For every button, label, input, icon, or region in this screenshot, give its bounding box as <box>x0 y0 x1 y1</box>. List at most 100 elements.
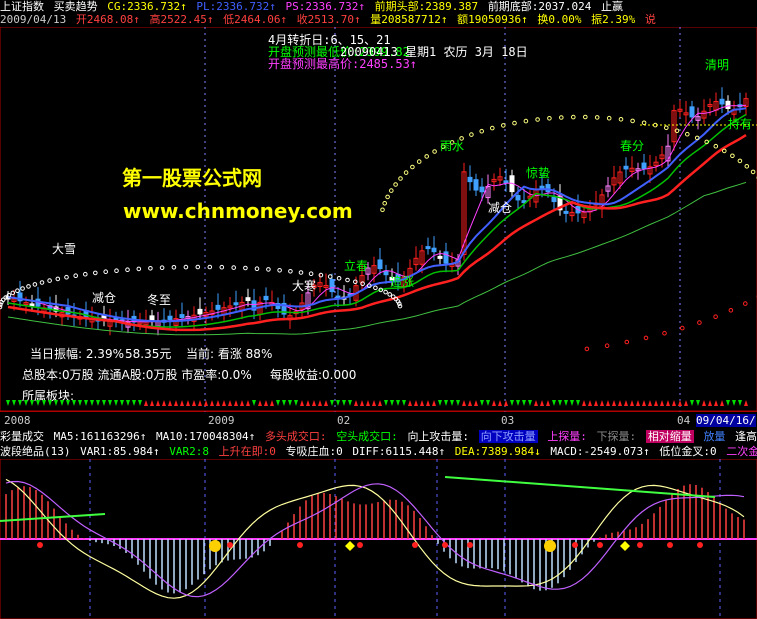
date-axis: 2008 2009 02 03 04 09/04/16/ <box>0 400 757 430</box>
vol-indicator-name[interactable]: 彩量成交 <box>0 430 44 443</box>
up-arrow-icon <box>300 400 304 406</box>
down-arrow-icon <box>60 400 64 406</box>
down-arrow-icon <box>36 400 40 406</box>
down-arrow-icon <box>558 400 562 406</box>
term-lichun: 立春 <box>344 259 369 273</box>
candle-body <box>623 165 629 170</box>
oscillator-chart[interactable] <box>0 459 757 619</box>
up-arrow-icon <box>708 400 712 406</box>
down-arrow-icon <box>330 400 334 406</box>
index-name: 上证指数 <box>0 0 44 13</box>
stat-current: 当前: 看涨 88% <box>186 347 273 361</box>
up-arrow-icon <box>534 400 538 406</box>
indicator-name[interactable]: 买卖趋势 <box>54 0 98 13</box>
stat-amplitude: 当日振幅: 2.39% <box>30 347 124 361</box>
term-zhuizhang: 追涨 <box>390 275 415 289</box>
candle-body <box>515 195 521 201</box>
up-arrow-icon <box>408 400 412 406</box>
candle-body <box>437 255 443 259</box>
axis-label-03: 03 <box>501 414 515 427</box>
down-arrow-icon <box>402 400 406 406</box>
up-arrow-icon <box>468 400 472 406</box>
up-arrow-icon <box>360 400 364 406</box>
vol-attack-down: 向下攻击量 <box>478 430 538 443</box>
term-jingzhe: 惊蛰 <box>526 166 551 180</box>
oscillator-pane[interactable] <box>0 459 757 619</box>
vol-probe-down: 下探量: <box>596 430 637 443</box>
signal-dot <box>442 542 448 548</box>
signal-dot <box>697 542 703 548</box>
up-arrow-icon <box>654 400 658 406</box>
cg-value: CG:2336.732↑ <box>107 0 187 13</box>
down-arrow-icon <box>288 400 292 406</box>
band-name[interactable]: 波段绝品(13) <box>0 445 71 458</box>
prev-top: 前期头部:2389.387 <box>374 0 479 13</box>
down-arrow-icon <box>390 400 394 406</box>
down-arrow-icon <box>6 400 10 406</box>
up-arrow-icon <box>312 400 316 406</box>
down-arrow-icon <box>102 400 106 406</box>
up-arrow-icon <box>684 400 688 406</box>
pl-value: PL:2336.732↑ <box>196 0 276 13</box>
up-arrow-icon <box>672 400 676 406</box>
candle-body <box>245 297 251 302</box>
ps-value: PS:2336.732↑ <box>285 0 365 13</box>
vol-attack-up: 向上攻击量: <box>407 430 470 443</box>
vol-sell-high: 逢高出货: <box>735 430 757 443</box>
up-arrow-icon <box>414 400 418 406</box>
down-arrow-icon <box>282 400 286 406</box>
up-arrow-icon <box>378 400 382 406</box>
down-arrow-icon <box>120 400 124 406</box>
main-kline-pane[interactable]: 4月转折日:6、15、21 开盘预测最低价:2399.82 20090413 星… <box>0 27 757 412</box>
up-arrow-icon <box>588 400 592 406</box>
band-second-gold: 二次金叉:0 <box>726 445 757 458</box>
signal-dot <box>227 542 233 548</box>
smile-icon <box>544 540 556 552</box>
up-arrow-icon <box>504 400 508 406</box>
down-arrow-icon <box>24 400 28 406</box>
band-var1: VAR1:85.984↑ <box>80 445 160 458</box>
band-low-gold: 低位金叉:0 <box>659 445 717 458</box>
vol-probe-up: 上探量: <box>547 430 587 443</box>
up-arrow-icon <box>540 400 544 406</box>
vol-shrink: 相对缩量 <box>645 430 694 443</box>
quote-high: 高2522.45↑ <box>149 13 214 26</box>
arrow-signal-row <box>0 400 757 412</box>
up-arrow-icon <box>372 400 376 406</box>
signal-dot <box>297 542 303 548</box>
up-arrow-icon <box>426 400 430 406</box>
down-arrow-icon <box>96 400 100 406</box>
stat-eps: 每股收益:0.000 <box>270 368 357 382</box>
down-arrow-icon <box>348 400 352 406</box>
up-arrow-icon <box>462 400 466 406</box>
signal-dot <box>467 542 473 548</box>
vol-short: 空头成交口: <box>336 430 398 443</box>
up-arrow-icon <box>660 400 664 406</box>
stat-shares: 总股本:0万股 流通A股:0万股 市盈率:0.0% <box>22 368 252 382</box>
down-arrow-icon <box>384 400 388 406</box>
up-arrow-icon <box>474 400 478 406</box>
up-arrow-icon <box>648 400 652 406</box>
term-dahan: 大寒 <box>292 279 317 293</box>
down-arrow-icon <box>132 400 136 406</box>
down-arrow-icon <box>738 400 742 406</box>
band-zhuang: 专吸庄血:0 <box>285 445 343 458</box>
term-qingming: 清明 <box>705 58 730 72</box>
signal-dot <box>37 542 43 548</box>
up-arrow-icon <box>258 400 262 406</box>
band-macd: MACD:-2549.073↑ <box>550 445 650 458</box>
down-arrow-icon <box>732 400 736 406</box>
up-arrow-icon <box>354 400 358 406</box>
smile-icon <box>209 540 221 552</box>
down-arrow-icon <box>90 400 94 406</box>
down-arrow-icon <box>276 400 280 406</box>
candle-body <box>197 308 203 315</box>
down-arrow-icon <box>336 400 340 406</box>
down-arrow-icon <box>444 400 448 406</box>
up-arrow-icon <box>264 400 268 406</box>
up-arrow-icon <box>198 400 202 406</box>
up-arrow-icon <box>720 400 724 406</box>
down-arrow-icon <box>138 400 142 406</box>
axis-label-date: 09/04/16/ <box>696 414 756 427</box>
up-arrow-icon <box>666 400 670 406</box>
